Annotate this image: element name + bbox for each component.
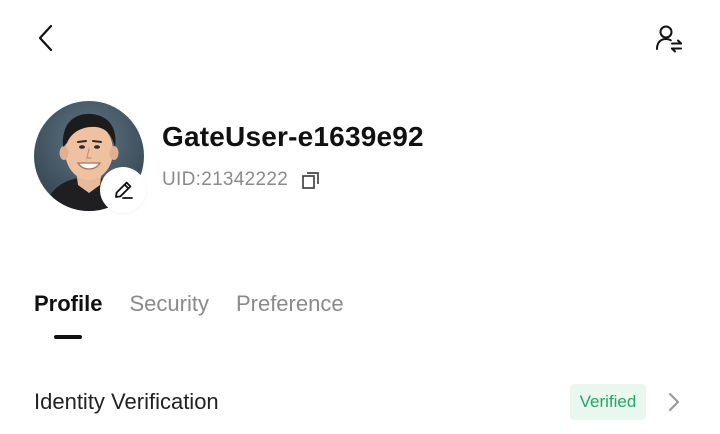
user-switch-icon [656, 25, 682, 53]
back-button[interactable] [28, 20, 62, 56]
active-tab-indicator [54, 335, 82, 339]
identity-verification-row[interactable]: Identity Verification Verified [0, 380, 720, 424]
uid-text: UID:21342222 [162, 169, 289, 190]
tab-security[interactable]: Security [129, 291, 208, 317]
chevron-left-icon [38, 24, 53, 52]
pencil-icon [115, 181, 133, 199]
edit-avatar-button[interactable] [102, 169, 144, 211]
tab-bar: Profile Security Preference [34, 288, 344, 320]
tab-preference[interactable]: Preference [236, 291, 344, 317]
tab-profile[interactable]: Profile [34, 291, 102, 317]
copy-uid-button[interactable] [300, 169, 322, 191]
uid-row: UID:21342222 [162, 168, 322, 192]
avatar[interactable] [34, 101, 144, 211]
account-page: GateUser-e1639e92 UID:21342222 Profile S… [0, 0, 720, 434]
copy-icon [302, 172, 319, 189]
row-label: Identity Verification [34, 389, 219, 414]
switch-account-button[interactable] [650, 20, 688, 56]
username: GateUser-e1639e92 [162, 121, 424, 152]
chevron-right-icon [664, 391, 684, 413]
status-badge: Verified [570, 384, 646, 420]
